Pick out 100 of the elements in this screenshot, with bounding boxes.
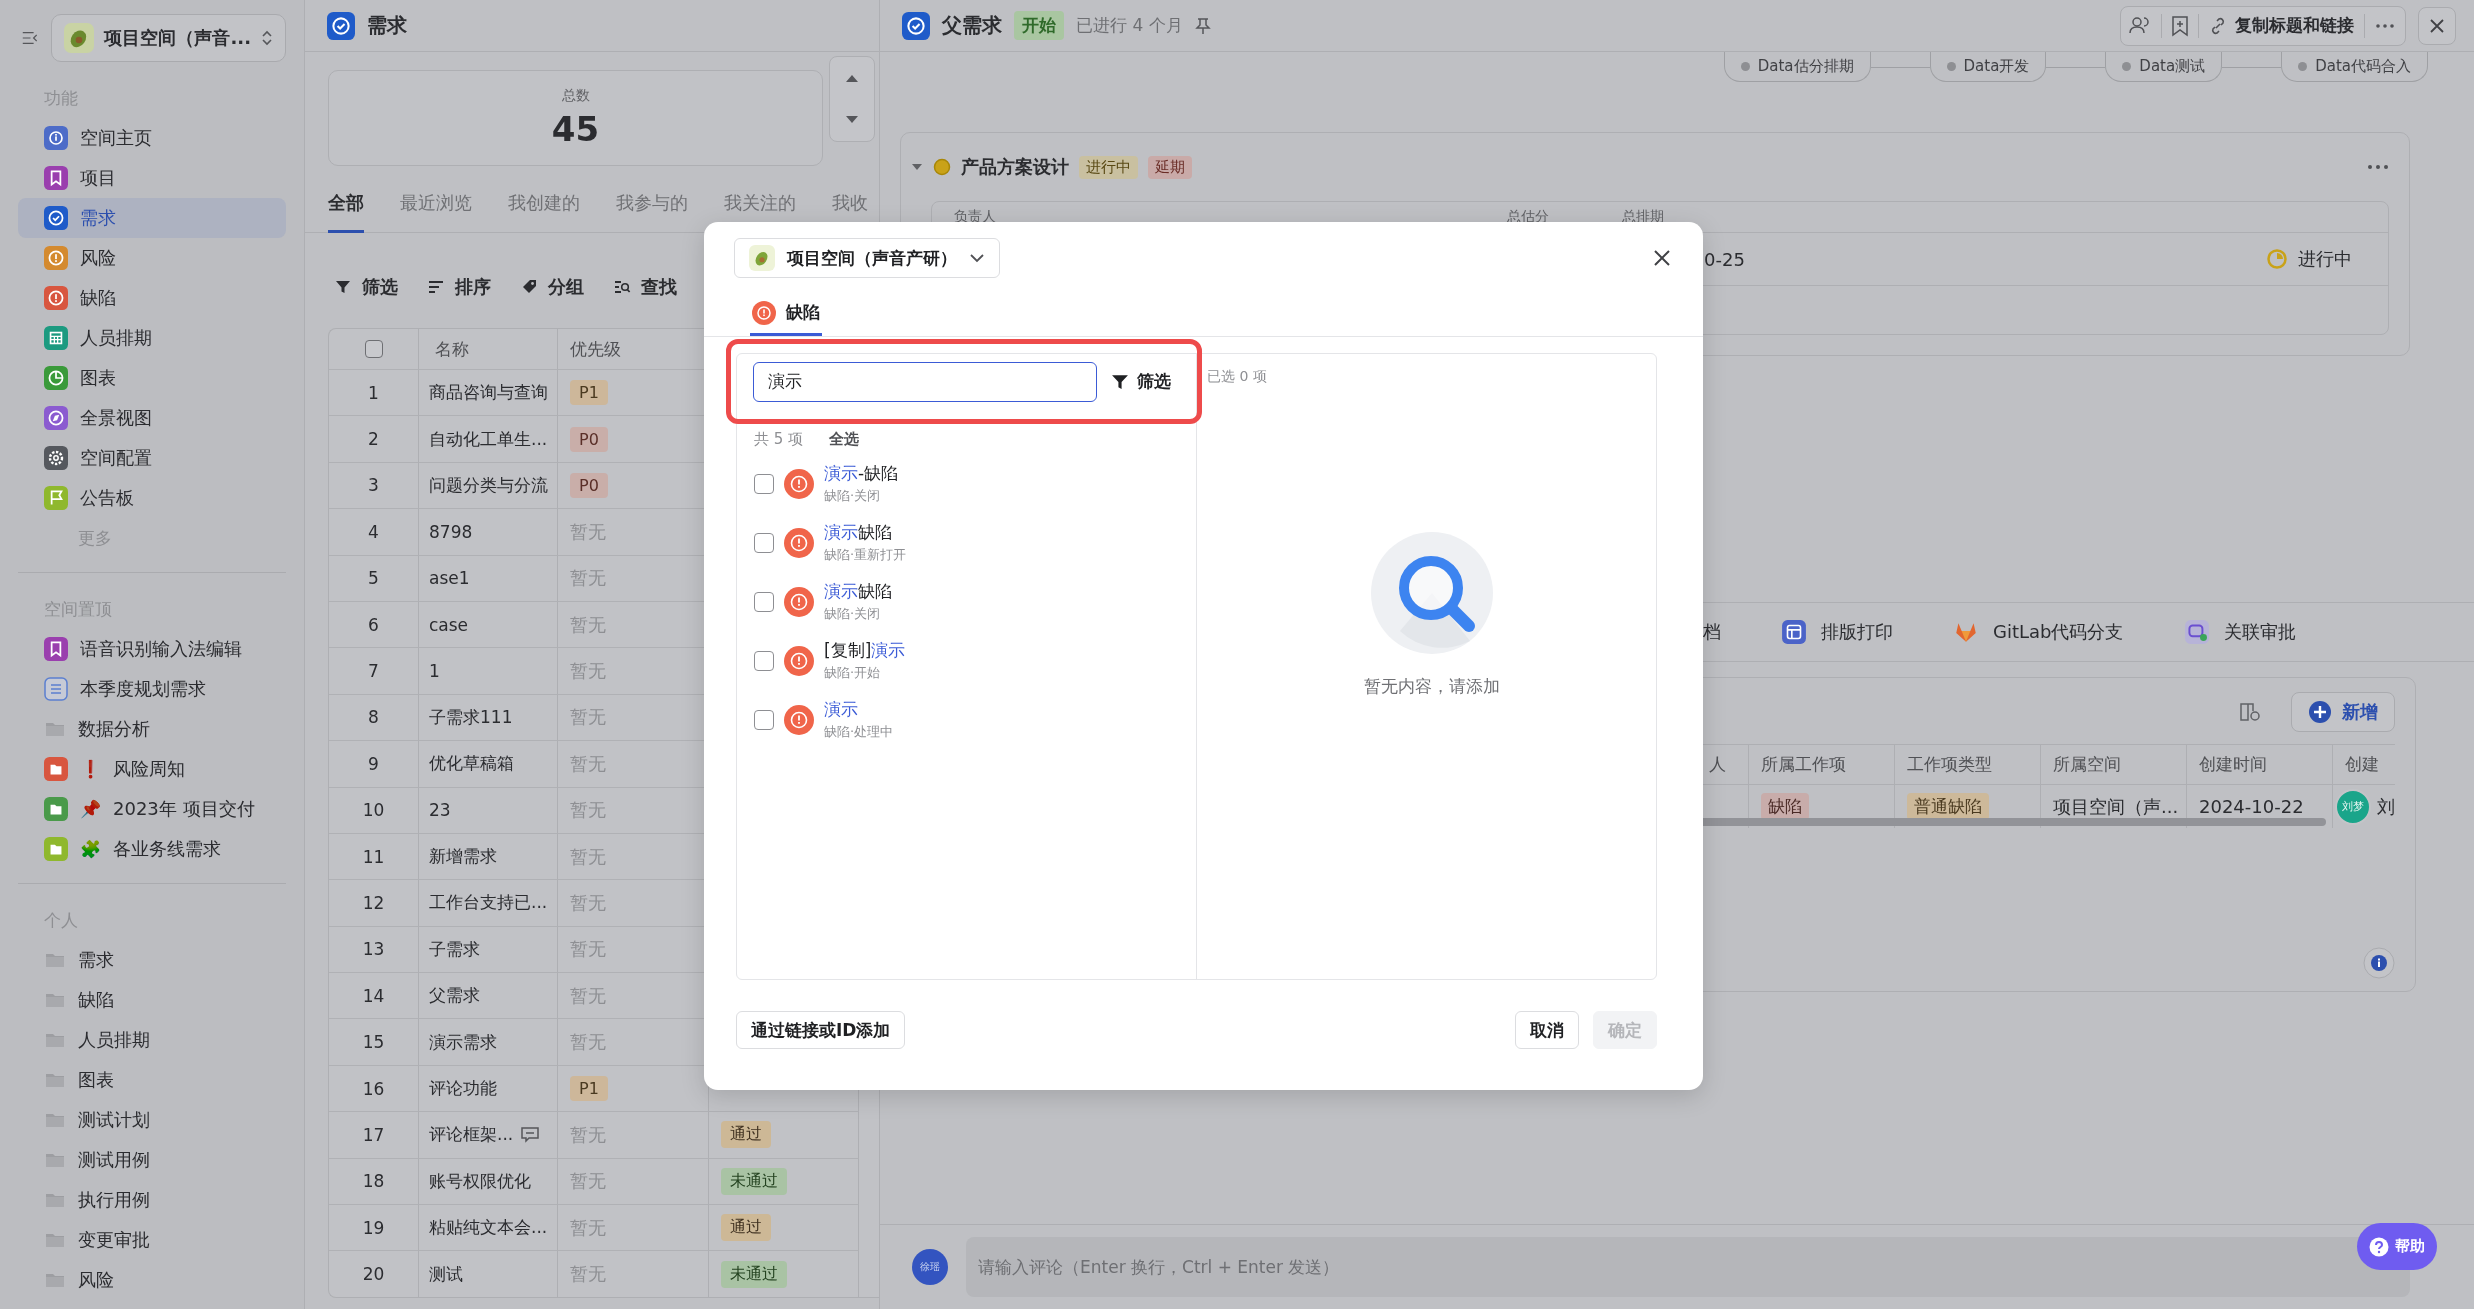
bookmark-icon: [44, 637, 68, 661]
checkbox[interactable]: [754, 709, 774, 730]
select-all-checkbox[interactable]: [364, 340, 383, 358]
tab[interactable]: 排版打印: [1781, 619, 1893, 645]
select-all-link[interactable]: 全选: [829, 429, 860, 449]
filter-icon: [1111, 373, 1129, 390]
copy-link-button[interactable]: 复制标题和链接: [2199, 13, 2365, 38]
checkbox[interactable]: [754, 650, 774, 671]
search-field[interactable]: 演示: [753, 361, 1097, 402]
table-cell: 8798: [429, 521, 473, 542]
help-button[interactable]: 帮助: [2357, 1223, 2437, 1270]
pin-icon[interactable]: [1194, 16, 1211, 35]
alert-icon: [784, 527, 814, 558]
sidebar-item[interactable]: 数据分析: [18, 709, 286, 749]
collapse-caret-icon[interactable]: [911, 162, 923, 172]
column-header: 创建时间: [2186, 744, 2332, 784]
sidebar-item[interactable]: 全景视图: [18, 398, 286, 438]
result-meta: 缺陷·开始: [824, 664, 882, 682]
sidebar-item[interactable]: 缺陷: [18, 980, 286, 1020]
row-number: 18: [329, 1157, 419, 1205]
info-icon[interactable]: [2363, 947, 2395, 979]
toolbar-button[interactable]: 筛选: [335, 275, 398, 299]
table-cell: 演示需求: [429, 1030, 497, 1054]
table-cell: 工作台支持已...: [429, 891, 548, 915]
checkbox[interactable]: [754, 532, 774, 553]
sidebar-item[interactable]: 测试计划: [18, 1100, 286, 1140]
sidebar-item[interactable]: 项目: [18, 158, 286, 198]
toolbar-button[interactable]: 排序: [428, 275, 491, 299]
more-icon[interactable]: [2367, 164, 2389, 170]
tag-icon: [521, 279, 538, 295]
sidebar-item[interactable]: 人员排期: [18, 1020, 286, 1060]
result-title[interactable]: 演示缺陷: [824, 521, 907, 544]
add-button[interactable]: 新增: [2291, 692, 2395, 732]
folder-icon: [44, 837, 68, 861]
bookmark-icon: [44, 166, 68, 190]
row-number: 15: [329, 1018, 419, 1065]
sidebar-item[interactable]: 图表: [18, 358, 286, 398]
sidebar-item[interactable]: 需求: [18, 940, 286, 980]
stage-pill: Data开发: [1929, 52, 2047, 82]
checkbox[interactable]: [754, 591, 774, 612]
close-icon[interactable]: [1653, 249, 1671, 267]
toolbar-button[interactable]: 分组: [521, 275, 584, 299]
column-header: 名称: [419, 329, 558, 369]
sidebar-item[interactable]: 风险: [18, 1260, 286, 1300]
sidebar-item[interactable]: 风险: [18, 238, 286, 278]
sidebar-item[interactable]: 空间主页: [18, 118, 286, 158]
toolbar-button[interactable]: 查找: [614, 275, 677, 299]
table-cell: 测试: [429, 1262, 463, 1286]
sidebar-item[interactable]: 需求: [18, 198, 286, 238]
tab[interactable]: 档: [1703, 620, 1721, 644]
row-number: 10: [329, 786, 419, 833]
space-dropdown[interactable]: 项目空间（声音产研）: [734, 238, 1000, 278]
sidebar-item[interactable]: 缺陷: [18, 278, 286, 318]
sidebar-item[interactable]: 语音识别输入法编辑: [18, 629, 286, 669]
empty-message: 暂无内容，请添加: [1363, 675, 1500, 698]
sidebar-item[interactable]: 📌 2023年 项目交付: [18, 789, 286, 829]
add-by-link-button[interactable]: 通过链接或ID添加: [736, 1011, 906, 1049]
sidebar-item[interactable]: ❗ 风险周知: [18, 749, 286, 789]
cancel-button[interactable]: 取消: [1515, 1011, 1579, 1049]
filter-button[interactable]: 筛选: [1111, 370, 1171, 393]
status-text: 进行中: [2298, 247, 2352, 271]
tab[interactable]: 全部: [328, 188, 364, 233]
sidebar-item[interactable]: 公告板: [18, 478, 286, 518]
space-switcher[interactable]: 项目空间（声音...: [51, 14, 286, 62]
sidebar-item[interactable]: 图表: [18, 1060, 286, 1100]
result-title[interactable]: 演示缺陷: [824, 580, 892, 603]
list-icon: [44, 677, 68, 701]
column-settings-icon[interactable]: [2239, 701, 2261, 723]
result-title[interactable]: 演示: [824, 698, 894, 721]
tab[interactable]: GitLab代码分支: [1953, 619, 2124, 645]
chevron-down-icon: [969, 253, 985, 263]
collapse-icon[interactable]: [22, 29, 38, 47]
table-cell: 粘贴纯文本会...: [429, 1216, 548, 1240]
sidebar-item[interactable]: 变更审批: [18, 1220, 286, 1260]
sidebar-item[interactable]: 本季度规划需求: [18, 669, 286, 709]
link-icon: [2209, 16, 2227, 35]
tab[interactable]: 缺陷: [750, 292, 822, 336]
plus-circle-icon: [2308, 700, 2332, 724]
sidebar-item[interactable]: 空间配置: [18, 438, 286, 478]
question-icon: [2369, 1236, 2389, 1257]
checkbox[interactable]: [754, 473, 774, 494]
sidebar-item[interactable]: 测试用例: [18, 1140, 286, 1180]
row-number: 16: [329, 1064, 419, 1112]
table-cell: 优化草稿箱: [429, 752, 514, 776]
result-count: 共 5 项: [754, 429, 804, 449]
stage-pill: Data测试: [2105, 52, 2223, 82]
result-title[interactable]: [复制]演示: [824, 639, 906, 662]
sidebar-item[interactable]: 人员排期: [18, 318, 286, 358]
row-number: 3: [329, 461, 419, 509]
table-cell: 父需求: [429, 984, 480, 1008]
priority-tag: P0: [570, 426, 608, 452]
close-button[interactable]: [2418, 6, 2456, 45]
result-title[interactable]: 演示-缺陷: [824, 462, 899, 485]
sidebar-item[interactable]: 执行用例: [18, 1180, 286, 1220]
column-header: 所属工作项: [1748, 744, 1894, 784]
tab[interactable]: 关联审批: [2183, 619, 2296, 645]
table-cell: 子需求111: [429, 705, 513, 729]
sidebar-item[interactable]: 🧩 各业务线需求: [18, 829, 286, 869]
result-meta: 缺陷·处理中: [824, 723, 894, 741]
work-item-tag: 缺陷: [1761, 793, 1809, 820]
